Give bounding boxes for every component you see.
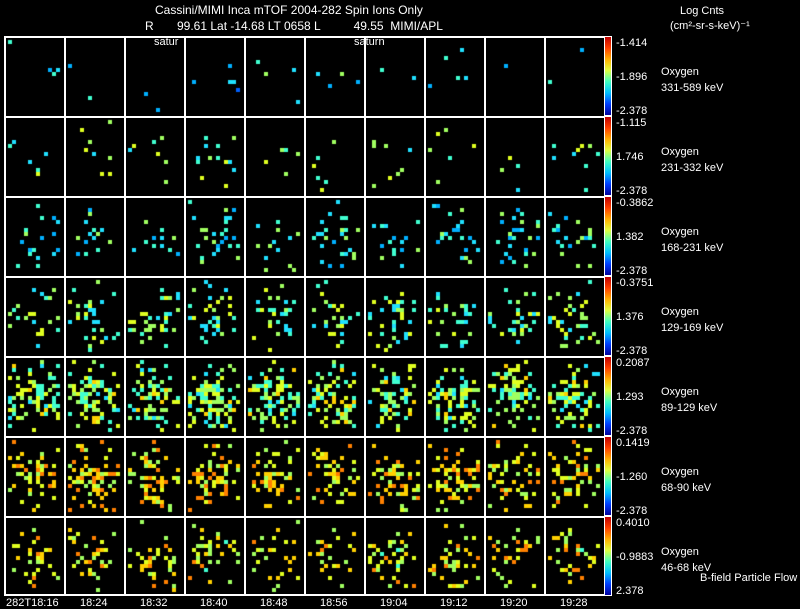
saturn-label: saturn <box>354 36 385 48</box>
time-tick-label: 18:56 <box>320 597 348 609</box>
colorbar-max: -1.115 <box>616 117 647 129</box>
energy-range: 129-169 keV <box>661 322 724 334</box>
row-label: Oxygen 168-231 keV <box>661 224 723 256</box>
colorbar-mid: -1.260 <box>616 471 648 483</box>
colorbar-mid: -1.896 <box>616 71 648 83</box>
time-tick-label: 19:20 <box>500 597 528 609</box>
satur-label: satur <box>154 36 179 48</box>
time-tick-label: 18:40 <box>200 597 228 609</box>
colorbar-min: -2.378 <box>616 265 648 277</box>
colorbar-mid: 1.382 <box>616 231 644 243</box>
colorbar-max: 0.4010 <box>616 517 650 529</box>
colorbar-mid: 1.293 <box>616 391 644 403</box>
species: Oxygen <box>661 146 699 158</box>
colorbar <box>604 356 612 436</box>
colorbar <box>604 436 612 516</box>
species: Oxygen <box>661 466 699 478</box>
colorbar-mid: 1.376 <box>616 311 644 323</box>
energy-range: 231-332 keV <box>661 162 724 174</box>
colorbar <box>604 36 612 116</box>
colorbar-min: -2.378 <box>616 505 648 517</box>
time-tick-label: 19:04 <box>380 597 408 609</box>
bfield-label: B-field Particle Flow <box>700 572 798 584</box>
colorbar-min: 2.378 <box>616 585 644 597</box>
colorbar-max: 0.1419 <box>616 437 650 449</box>
time-tick-label: 18:32 <box>140 597 168 609</box>
species: Oxygen <box>661 66 699 78</box>
energy-range: 89-129 keV <box>661 402 718 414</box>
species: Oxygen <box>661 306 699 318</box>
energy-range: 68-90 keV <box>661 482 712 494</box>
row-label: Oxygen 68-90 keV <box>661 464 711 496</box>
plot-subtitle: R 99.61 Lat -14.68 LT 0658 L 49.55 MIMI/… <box>145 19 443 33</box>
colorbar <box>604 196 612 276</box>
row-label: Oxygen 89-129 keV <box>661 384 717 416</box>
units-title: Log Cnts <box>680 5 725 17</box>
plot-title: Cassini/MIMI Inca mTOF 2004-282 Spin Ion… <box>155 3 423 17</box>
colorbar-mid: -0.9883 <box>616 551 654 563</box>
colorbar-max: -1.414 <box>616 37 648 49</box>
grid-lines <box>4 36 604 596</box>
colorbar-min: -2.378 <box>616 185 648 197</box>
species: Oxygen <box>661 386 699 398</box>
species: Oxygen <box>661 546 699 558</box>
row-label: Oxygen 129-169 keV <box>661 304 723 336</box>
colorbar <box>604 276 612 356</box>
colorbar-max: 0.2087 <box>616 357 650 369</box>
energy-range: 331-589 keV <box>661 82 724 94</box>
time-tick-label: 282T18:16 <box>6 597 59 609</box>
colorbar <box>604 116 612 196</box>
colorbar-min: -2.378 <box>616 105 648 117</box>
time-tick-label: 19:28 <box>560 597 588 609</box>
colorbar <box>604 516 612 596</box>
time-tick-label: 19:12 <box>440 597 468 609</box>
spectrogram-grid <box>4 36 604 596</box>
energy-range: 168-231 keV <box>661 242 724 254</box>
colorbar-max: -0.3751 <box>616 277 654 289</box>
row-label: Oxygen 331-589 keV <box>661 64 723 96</box>
colorbar-min: -2.378 <box>616 425 648 437</box>
time-tick-label: 18:48 <box>260 597 288 609</box>
species: Oxygen <box>661 226 699 238</box>
colorbar-mid: 1.746 <box>616 151 644 163</box>
units-label: (cm²-sr-s-keV)⁻¹ <box>670 20 750 32</box>
colorbar-min: -2.378 <box>616 345 648 357</box>
colorbar-max: -0.3862 <box>616 197 654 209</box>
time-tick-label: 18:24 <box>80 597 108 609</box>
row-label: Oxygen 231-332 keV <box>661 144 723 176</box>
